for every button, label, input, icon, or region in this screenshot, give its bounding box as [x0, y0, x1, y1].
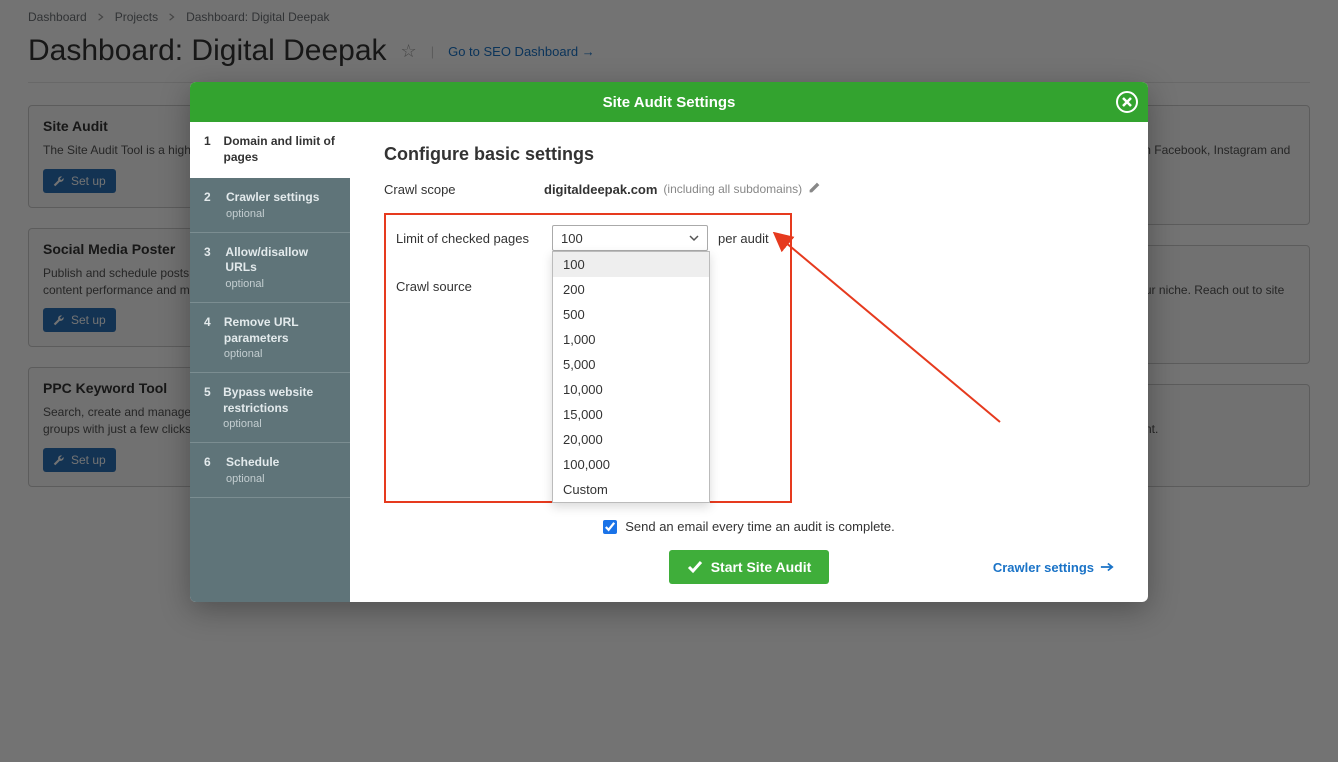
- wizard-step[interactable]: 6 Schedule optional: [190, 443, 350, 498]
- content-heading: Configure basic settings: [384, 144, 1114, 165]
- limit-selected-value: 100: [561, 231, 583, 246]
- wizard-step[interactable]: 3 Allow/disallow URLs optional: [190, 233, 350, 303]
- step-optional: optional: [223, 418, 336, 430]
- limit-option[interactable]: 10,000: [553, 377, 709, 402]
- step-optional: optional: [226, 473, 279, 485]
- limit-label: Limit of checked pages: [396, 231, 542, 246]
- wizard-step[interactable]: 4 Remove URL parameters optional: [190, 303, 350, 373]
- annotation-arrow: [770, 232, 1010, 432]
- crawl-scope-domain: digitaldeepak.com: [544, 182, 657, 197]
- annotation-highlight-box: Limit of checked pages 100 1002005001,00…: [384, 213, 792, 503]
- step-label: Allow/disallow URLs: [225, 245, 308, 275]
- step-optional: optional: [226, 208, 319, 220]
- step-number: 6: [204, 455, 214, 485]
- step-number: 4: [204, 315, 212, 360]
- step-number: 1: [204, 134, 212, 165]
- crawler-settings-link[interactable]: Crawler settings: [993, 560, 1114, 575]
- limit-option[interactable]: Custom: [553, 477, 709, 502]
- limit-option[interactable]: 15,000: [553, 402, 709, 427]
- chevron-down-icon: [689, 233, 699, 243]
- limit-row: Limit of checked pages 100 1002005001,00…: [396, 225, 780, 251]
- email-notify-label: Send an email every time an audit is com…: [625, 519, 895, 534]
- step-label: Domain and limit of pages: [224, 134, 335, 164]
- step-label: Schedule: [226, 455, 279, 469]
- limit-option[interactable]: 5,000: [553, 352, 709, 377]
- step-optional: optional: [224, 348, 336, 360]
- limit-select[interactable]: 100 1002005001,0005,00010,00015,00020,00…: [552, 225, 708, 251]
- modal-footer: Send an email every time an audit is com…: [384, 509, 1114, 584]
- step-number: 3: [204, 245, 213, 290]
- limit-dropdown[interactable]: 1002005001,0005,00010,00015,00020,000100…: [552, 251, 710, 503]
- start-button-label: Start Site Audit: [711, 559, 812, 575]
- limit-option[interactable]: 200: [553, 277, 709, 302]
- limit-option[interactable]: 500: [553, 302, 709, 327]
- crawler-settings-label: Crawler settings: [993, 560, 1094, 575]
- wizard-step[interactable]: 1 Domain and limit of pages: [190, 122, 350, 178]
- wizard-step[interactable]: 5 Bypass website restrictions optional: [190, 373, 350, 443]
- step-number: 2: [204, 190, 214, 220]
- wizard-steps-sidebar: 1 Domain and limit of pages 2 Crawler setti…: [190, 122, 350, 602]
- crawl-source-label: Crawl source: [396, 279, 542, 294]
- crawl-scope-subtext: (including all subdomains): [663, 182, 802, 196]
- site-audit-settings-modal: Site Audit Settings 1 Domain and limit of…: [190, 82, 1148, 602]
- step-label: Crawler settings: [226, 190, 319, 204]
- limit-option[interactable]: 100: [553, 252, 709, 277]
- step-number: 5: [204, 385, 211, 430]
- step-label: Remove URL parameters: [224, 315, 298, 345]
- modal-content: Configure basic settings Crawl scope dig…: [350, 122, 1148, 602]
- pencil-icon[interactable]: [808, 181, 821, 197]
- email-notify-checkbox[interactable]: [603, 520, 617, 534]
- close-icon[interactable]: [1116, 91, 1138, 113]
- email-notify-row[interactable]: Send an email every time an audit is com…: [603, 519, 895, 534]
- start-site-audit-button[interactable]: Start Site Audit: [669, 550, 830, 584]
- crawl-scope-row: Crawl scope digitaldeepak.com (including…: [384, 181, 1114, 197]
- modal-title: Site Audit Settings: [603, 94, 736, 111]
- crawl-scope-label: Crawl scope: [384, 182, 544, 197]
- limit-option[interactable]: 100,000: [553, 452, 709, 477]
- step-label: Bypass website restrictions: [223, 385, 313, 415]
- step-optional: optional: [225, 278, 336, 290]
- per-audit-text: per audit: [718, 231, 769, 246]
- limit-option[interactable]: 1,000: [553, 327, 709, 352]
- modal-header: Site Audit Settings: [190, 82, 1148, 122]
- wizard-step[interactable]: 2 Crawler settings optional: [190, 178, 350, 233]
- limit-option[interactable]: 20,000: [553, 427, 709, 452]
